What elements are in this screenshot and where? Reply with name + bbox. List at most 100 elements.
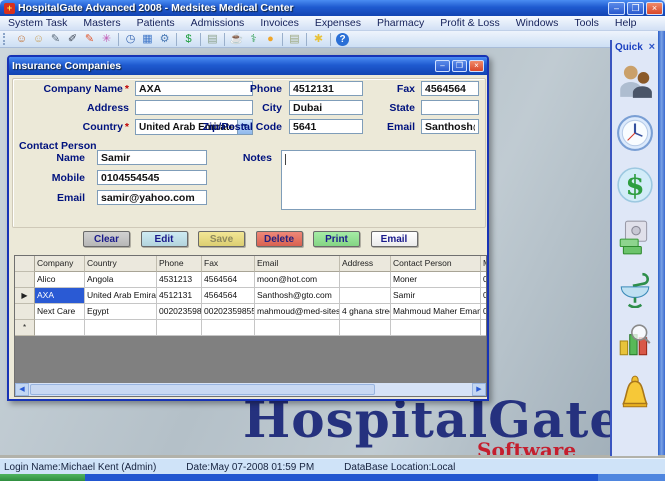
menu-item-admissions[interactable]: Admissions (183, 17, 253, 29)
taskbar[interactable] (0, 474, 665, 481)
folder-icon[interactable]: ▦ (139, 32, 156, 47)
restore-button[interactable]: ❐ (627, 2, 644, 15)
pharmacy-icon[interactable]: ⚕ (245, 32, 262, 47)
grid-cell[interactable] (202, 320, 255, 336)
menu-item-help[interactable]: Help (607, 17, 645, 29)
grid-cell[interactable]: 4531213 (157, 272, 202, 288)
grid-cell[interactable] (35, 320, 85, 336)
menu-item-masters[interactable]: Masters (75, 17, 128, 29)
grid-cell[interactable]: 4564564 (202, 272, 255, 288)
grid-cell[interactable]: Santhosh@gto.com (255, 288, 340, 304)
grid-cell[interactable] (255, 320, 340, 336)
pen-icon[interactable]: ✎ (47, 32, 64, 47)
marker-pen-icon[interactable]: ✎ (81, 32, 98, 47)
grid-h-scrollbar[interactable]: ◀ ▶ (15, 383, 486, 396)
grid-cell[interactable]: Next Care (35, 304, 85, 320)
grid-cell[interactable] (340, 320, 391, 336)
edit-button[interactable]: Edit (141, 231, 188, 247)
column-header-phone[interactable]: Phone (157, 256, 202, 272)
grid-cell[interactable]: 01 (481, 272, 487, 288)
close-button[interactable]: × (646, 2, 663, 15)
column-header-company[interactable]: Company (35, 256, 85, 272)
pharmacy-icon[interactable] (616, 270, 654, 308)
grid-cell[interactable]: 002023598554 (202, 304, 255, 320)
clock-icon[interactable]: ◷ (122, 32, 139, 47)
menu-item-windows[interactable]: Windows (508, 17, 567, 29)
kettle-icon[interactable]: ☕ (228, 32, 245, 47)
table-row[interactable]: Next CareEgypt00202359855002023598554mah… (15, 304, 486, 320)
column-header-m[interactable]: M (481, 256, 487, 272)
sparkle-icon[interactable]: ✱ (310, 32, 327, 47)
menu-item-profit-loss[interactable]: Profit & Loss (432, 17, 508, 29)
zip-field[interactable] (289, 119, 363, 134)
grid-cell[interactable] (391, 320, 481, 336)
menu-item-system-task[interactable]: System Task (0, 17, 75, 29)
fax-field[interactable] (421, 81, 479, 96)
column-header-address[interactable]: Address (340, 256, 391, 272)
grid-cell[interactable]: 01 (481, 304, 487, 320)
city-field[interactable] (289, 100, 363, 115)
state-field[interactable] (421, 100, 479, 115)
phone-field[interactable] (289, 81, 363, 96)
grid-cell[interactable] (85, 320, 157, 336)
new-row-marker[interactable]: * (15, 320, 35, 336)
email-button[interactable]: Email (371, 231, 418, 247)
invoice-icon[interactable]: ▤ (204, 32, 221, 47)
save-button[interactable]: Save (198, 231, 245, 247)
new-patient-icon[interactable]: ☺ (13, 32, 30, 47)
dialog-close-button[interactable]: × (469, 60, 484, 72)
print-button[interactable]: Print (313, 231, 360, 247)
pinwheel-icon[interactable]: ✳ (98, 32, 115, 47)
grid-cell[interactable]: 01 (481, 288, 487, 304)
grid-cell[interactable]: Moner (391, 272, 481, 288)
grid-cell[interactable]: 4512131 (157, 288, 202, 304)
table-row[interactable]: AlicoAngola45312134564564moon@hot.com Mon… (15, 272, 486, 288)
dialog-title-bar[interactable]: Insurance Companies – ❐ × (9, 57, 487, 75)
moneybag-icon[interactable]: ● (262, 32, 279, 47)
clear-button[interactable]: Clear (83, 231, 130, 247)
reports-icon[interactable] (616, 322, 654, 360)
money-bubble-icon[interactable]: $ (616, 166, 654, 204)
dialog-restore-button[interactable]: ❐ (452, 60, 467, 72)
row-header[interactable] (15, 304, 35, 320)
grid-cell[interactable]: mahmoud@med-sites.com (255, 304, 340, 320)
notes-field[interactable] (281, 150, 476, 210)
quick-close-icon[interactable]: × (649, 41, 655, 53)
grid-cell[interactable]: Samir (391, 288, 481, 304)
table-row[interactable]: ▶AXAUnited Arab Emirates45121314564564Sa… (15, 288, 486, 304)
menu-item-expenses[interactable]: Expenses (307, 17, 369, 29)
dialog-minimize-button[interactable]: – (435, 60, 450, 72)
grid-cell[interactable]: United Arab Emirates (85, 288, 157, 304)
menu-item-invoices[interactable]: Invoices (252, 17, 307, 29)
contact-mobile-field[interactable] (97, 170, 207, 185)
start-button[interactable] (0, 474, 85, 481)
grid-cell[interactable] (157, 320, 202, 336)
row-header[interactable] (15, 272, 35, 288)
grid-cell[interactable]: Angola (85, 272, 157, 288)
scroll-right-icon[interactable]: ▶ (472, 383, 486, 396)
column-header-fax[interactable]: Fax (202, 256, 255, 272)
bell-icon[interactable] (616, 374, 654, 412)
users-icon[interactable] (616, 62, 654, 100)
clock-icon[interactable] (616, 114, 654, 152)
grid-cell[interactable]: Alico (35, 272, 85, 288)
grid-cell[interactable] (481, 320, 487, 336)
menu-item-tools[interactable]: Tools (566, 17, 607, 29)
microscope-icon[interactable]: ⚙ (156, 32, 173, 47)
current-row-marker[interactable]: ▶ (15, 288, 35, 304)
grid-cell[interactable]: AXA (35, 288, 85, 304)
grid-cell[interactable]: moon@hot.com (255, 272, 340, 288)
column-header-contact-person[interactable]: Contact Person (391, 256, 481, 272)
delete-button[interactable]: Delete (256, 231, 303, 247)
scroll-left-icon[interactable]: ◀ (15, 383, 29, 396)
column-header-country[interactable]: Country (85, 256, 157, 272)
grid-cell[interactable]: Egypt (85, 304, 157, 320)
minimize-button[interactable]: – (608, 2, 625, 15)
table-row[interactable]: * (15, 320, 486, 336)
menu-item-pharmacy[interactable]: Pharmacy (369, 17, 432, 29)
scroll-thumb[interactable] (30, 384, 375, 395)
patient-icon[interactable]: ☺ (30, 32, 47, 47)
contact-email-field[interactable] (97, 190, 207, 205)
grid-cell[interactable] (340, 272, 391, 288)
report-icon[interactable]: ▤ (286, 32, 303, 47)
